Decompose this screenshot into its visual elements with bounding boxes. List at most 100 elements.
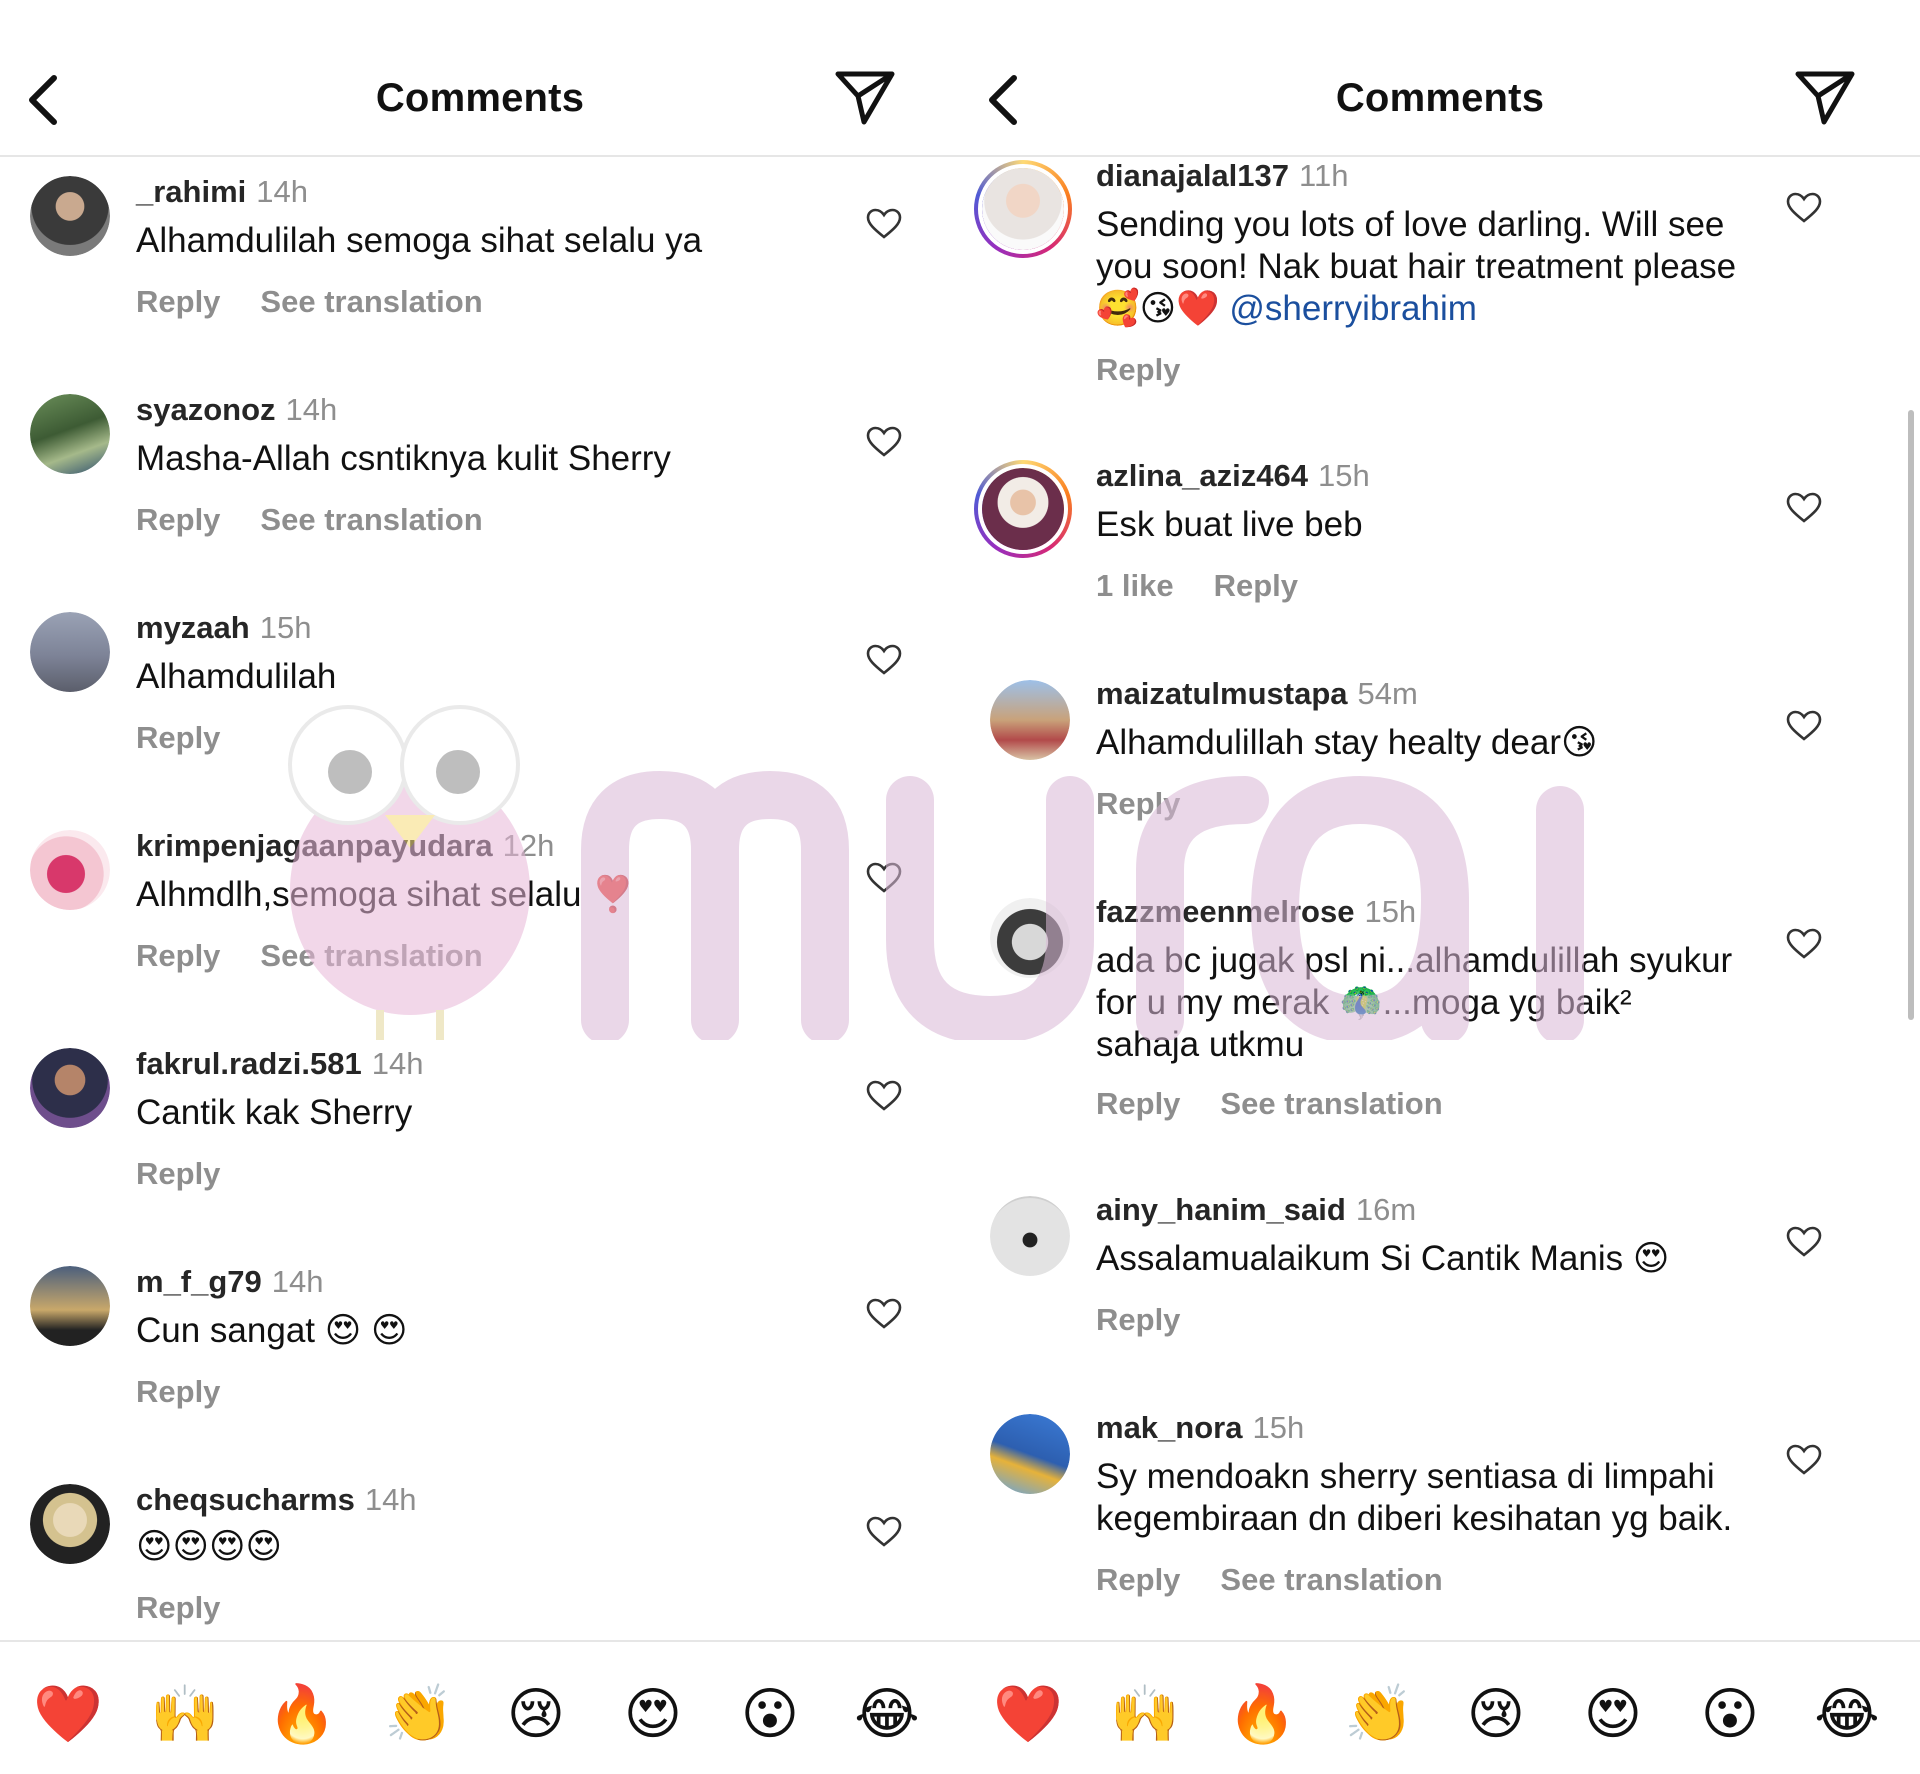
avatar[interactable]	[990, 680, 1070, 760]
heart-outline-icon	[866, 1298, 902, 1329]
comment-text: Alhmdlh,semoga sihat selalu ❣️	[136, 875, 635, 914]
share-button[interactable]	[1794, 68, 1858, 128]
avatar[interactable]	[990, 1196, 1070, 1276]
reaction-heart-eyes[interactable]: 😍	[613, 1680, 693, 1750]
reaction-raised-hands[interactable]: 🙌	[1105, 1680, 1185, 1750]
like-button[interactable]	[866, 644, 902, 676]
comment-username[interactable]: cheqsucharms	[136, 1482, 355, 1517]
like-button[interactable]	[866, 1298, 902, 1330]
reply-button[interactable]: Reply	[136, 720, 220, 755]
avatar[interactable]	[990, 898, 1070, 978]
reaction-laughing[interactable]: 😂	[1807, 1680, 1887, 1750]
reaction-fire[interactable]: 🔥	[262, 1680, 342, 1750]
heart-outline-icon	[866, 208, 902, 239]
reaction-raised-hands[interactable]: 🙌	[145, 1680, 225, 1750]
avatar[interactable]	[30, 176, 110, 256]
like-button[interactable]	[866, 208, 902, 240]
comment-username[interactable]: azlina_aziz464	[1096, 458, 1308, 493]
comment-username[interactable]: fakrul.radzi.581	[136, 1046, 362, 1081]
comment-time: 12h	[502, 828, 555, 863]
reaction-clap[interactable]: 👏	[1339, 1680, 1419, 1750]
reaction-surprised[interactable]: 😮	[730, 1680, 810, 1750]
like-count: 1 like	[1096, 568, 1174, 603]
reply-button[interactable]: Reply	[1096, 352, 1180, 387]
comment-text-line: you soon! Nak buat hair treatment please	[1096, 247, 1737, 286]
comment-username[interactable]: fazzmeenmelrose	[1096, 894, 1354, 929]
comment-username[interactable]: maizatulmustapa	[1096, 676, 1348, 711]
like-button[interactable]	[1786, 492, 1822, 524]
comment-username[interactable]: m_f_g79	[136, 1264, 262, 1299]
like-button[interactable]	[1786, 1444, 1822, 1476]
avatar-story-ring[interactable]	[974, 160, 1072, 258]
header: Comments	[960, 0, 1920, 157]
comment-username[interactable]: _rahimi	[136, 174, 246, 209]
share-button[interactable]	[834, 68, 898, 128]
comment-time: 14h	[256, 174, 309, 209]
see-translation-button[interactable]: See translation	[260, 284, 482, 319]
reaction-laughing[interactable]: 😂	[847, 1680, 927, 1750]
like-button[interactable]	[866, 862, 902, 894]
see-translation-button[interactable]: See translation	[1220, 1562, 1442, 1597]
reply-button[interactable]: Reply	[1214, 568, 1298, 603]
comment-time: 14h	[371, 1046, 424, 1081]
reply-button[interactable]: Reply	[1096, 1562, 1180, 1597]
avatar[interactable]	[30, 1266, 110, 1346]
see-translation-button[interactable]: See translation	[1220, 1086, 1442, 1121]
reply-button[interactable]: Reply	[1096, 1302, 1180, 1337]
comment-username[interactable]: myzaah	[136, 610, 250, 645]
comment-username[interactable]: mak_nora	[1096, 1410, 1242, 1445]
like-button[interactable]	[1786, 710, 1822, 742]
reply-button[interactable]: Reply	[136, 502, 220, 537]
comment-time: 16m	[1355, 1192, 1417, 1227]
comments-panel-left: Comments _rahimi 14h Alhamdulilah semoga …	[0, 0, 960, 1774]
heart-outline-icon	[1786, 492, 1822, 523]
page-title: Comments	[1335, 76, 1545, 120]
comment-text-line: kegembiraan dn diberi kesihatan yg baik.	[1096, 1499, 1733, 1538]
see-translation-button[interactable]: See translation	[260, 502, 482, 537]
reaction-heart[interactable]: ❤️	[988, 1680, 1068, 1750]
reply-button[interactable]: Reply	[136, 1374, 220, 1409]
comments-panel-right: Comments dianajalal137 11h Sending you lo…	[960, 0, 1920, 1774]
comment-text: Alhamdulilah	[136, 657, 337, 696]
like-button[interactable]	[866, 1080, 902, 1112]
scrollbar[interactable]	[1908, 410, 1914, 1020]
like-button[interactable]	[1786, 1226, 1822, 1258]
comment-time: 11h	[1299, 158, 1349, 193]
heart-outline-icon	[866, 426, 902, 457]
comment-username[interactable]: syazonoz	[136, 392, 276, 427]
reply-button[interactable]: Reply	[136, 938, 220, 973]
like-button[interactable]	[1786, 192, 1822, 224]
avatar[interactable]	[30, 394, 110, 474]
avatar-story-ring[interactable]	[974, 460, 1072, 558]
comment-time: 54m	[1357, 676, 1418, 711]
like-button[interactable]	[1786, 928, 1822, 960]
comment-username[interactable]: ainy_hanim_said	[1096, 1192, 1346, 1227]
reply-button[interactable]: Reply	[136, 1590, 220, 1625]
avatar[interactable]	[30, 1484, 110, 1564]
avatar[interactable]	[990, 1414, 1070, 1494]
reply-button[interactable]: Reply	[1096, 1086, 1180, 1121]
avatar[interactable]	[30, 1048, 110, 1128]
reaction-fire[interactable]: 🔥	[1222, 1680, 1302, 1750]
heart-outline-icon	[1786, 192, 1822, 223]
mention-link[interactable]: @sherryibrahim	[1229, 289, 1477, 328]
reaction-heart[interactable]: ❤️	[28, 1680, 108, 1750]
see-translation-button[interactable]: See translation	[260, 938, 482, 973]
reaction-crying[interactable]: 😢	[496, 1680, 576, 1750]
comment-text: Sending you lots of love darling. Will s…	[1096, 204, 1816, 330]
comment-text: Cantik kak Sherry	[136, 1093, 413, 1132]
comment-username[interactable]: dianajalal137	[1096, 158, 1289, 193]
like-button[interactable]	[866, 1516, 902, 1548]
reaction-heart-eyes[interactable]: 😍	[1573, 1680, 1653, 1750]
reply-button[interactable]: Reply	[136, 284, 220, 319]
comment-username[interactable]: krimpenjagaanpayudara	[136, 828, 493, 863]
reaction-clap[interactable]: 👏	[379, 1680, 459, 1750]
avatar[interactable]	[30, 612, 110, 692]
reply-button[interactable]: Reply	[1096, 786, 1180, 821]
reaction-crying[interactable]: 😢	[1456, 1680, 1536, 1750]
reply-button[interactable]: Reply	[136, 1156, 220, 1191]
comment-time: 15h	[1364, 894, 1417, 929]
like-button[interactable]	[866, 426, 902, 458]
reaction-surprised[interactable]: 😮	[1690, 1680, 1770, 1750]
avatar[interactable]	[30, 830, 110, 910]
